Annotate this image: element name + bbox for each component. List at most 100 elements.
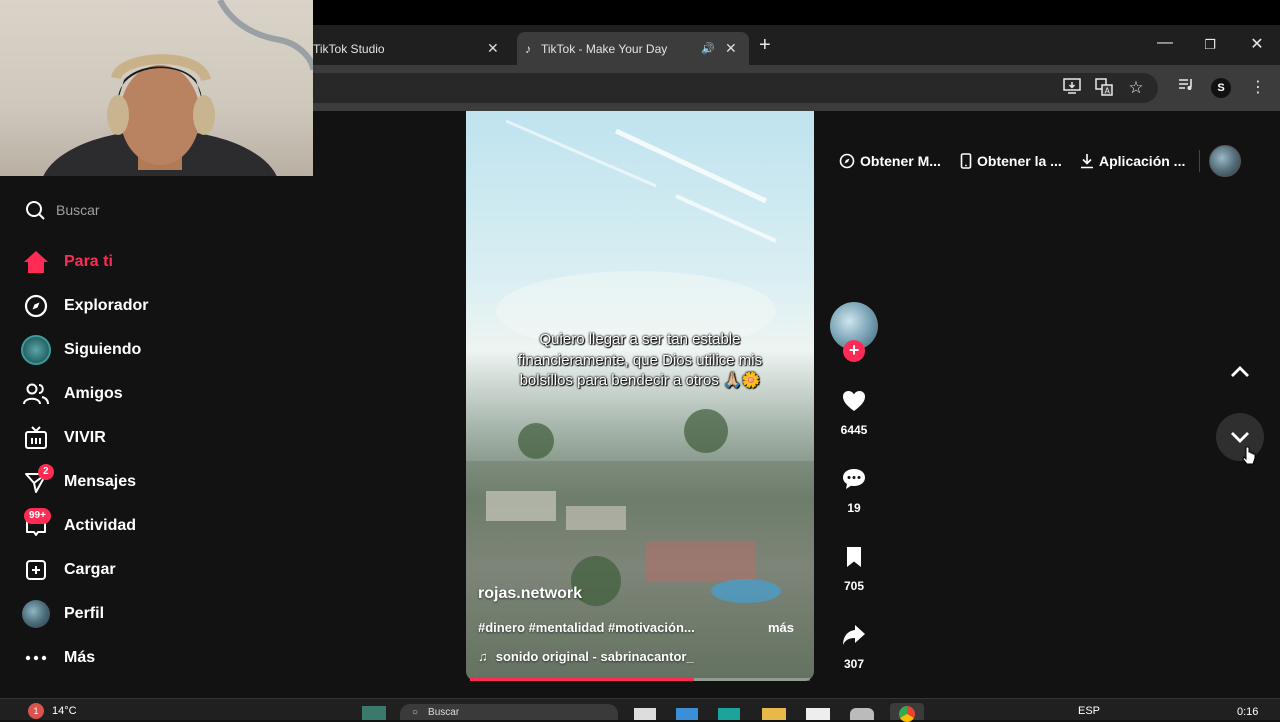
bookmark-star-icon[interactable]: ☆ <box>1125 78 1147 98</box>
edge-icon[interactable] <box>718 708 740 720</box>
get-app-link[interactable]: Obtener la ... <box>960 150 1062 172</box>
search-placeholder: Buscar <box>56 202 100 218</box>
sidebar-item-mensajes[interactable]: 2 Mensajes <box>20 464 137 499</box>
friends-icon <box>20 378 52 410</box>
webcam-overlay <box>0 0 313 176</box>
sidebar-item-label: Mensajes <box>64 473 137 490</box>
profile-avatar-icon <box>20 598 52 630</box>
start-button-icon[interactable] <box>362 706 386 720</box>
svg-text:A: A <box>1105 87 1111 96</box>
media-queue-icon[interactable] <box>1175 78 1197 98</box>
video-hashtags[interactable]: #dinero #mentalidad #motivación... <box>478 620 695 635</box>
restore-icon[interactable]: ❐ <box>1200 37 1220 53</box>
video-author[interactable]: rojas.network <box>478 585 582 603</box>
search-icon <box>26 201 45 220</box>
more-description-button[interactable]: más <box>768 620 794 635</box>
sound-name: sonido original - sabrinacantor_ <box>495 649 694 664</box>
copilot-icon[interactable] <box>676 708 698 720</box>
profile-avatar-button[interactable]: S <box>1211 78 1231 98</box>
user-avatar-button[interactable] <box>1209 145 1241 177</box>
sidebar-item-amigos[interactable]: Amigos <box>20 377 123 411</box>
send-icon: 2 <box>20 464 54 498</box>
comment-button[interactable]: 19 <box>834 459 874 515</box>
share-icon <box>834 615 874 655</box>
bookmark-icon <box>834 537 874 577</box>
audio-playing-icon[interactable]: 🔊 <box>701 42 715 55</box>
upload-icon <box>20 554 52 586</box>
weather-temp[interactable]: 14°C <box>52 705 77 717</box>
chrome-taskbar-button[interactable] <box>890 703 924 722</box>
sidebar-item-label: Más <box>64 649 96 666</box>
tab-tiktok-studio[interactable]: TikTok Studio ✕ <box>313 32 513 65</box>
save-count: 705 <box>843 579 865 593</box>
file-explorer-icon[interactable] <box>762 708 786 720</box>
video-sound[interactable]: ♫ sonido original - sabrinacantor_ <box>478 649 694 664</box>
chevron-up-icon <box>1231 366 1249 377</box>
like-count: 6445 <box>840 423 868 437</box>
share-button[interactable]: 307 <box>834 615 874 671</box>
translate-icon[interactable]: A <box>1093 78 1115 98</box>
share-count: 307 <box>843 657 865 671</box>
sidebar-item-label: Amigos <box>64 385 123 402</box>
tiktok-logo-icon: ♪ <box>525 41 531 56</box>
sidebar-item-explorador[interactable]: Explorador <box>20 289 148 323</box>
sidebar-item-cargar[interactable]: Cargar <box>20 553 116 587</box>
sidebar-item-vivir[interactable]: VIVIR <box>20 421 106 455</box>
header-divider <box>1199 150 1200 172</box>
sidebar-item-siguiendo[interactable]: Siguiendo <box>20 333 141 367</box>
address-bar[interactable] <box>313 73 1158 103</box>
search-icon: ○ <box>412 706 419 718</box>
sidebar-item-mas[interactable]: Más <box>20 641 95 675</box>
browser-menu-icon[interactable]: ⋮ <box>1247 78 1269 98</box>
notification-badge: 99+ <box>24 508 51 524</box>
comment-icon <box>834 459 874 499</box>
notification-badge: 2 <box>38 464 54 480</box>
follow-plus-icon[interactable]: + <box>843 340 865 362</box>
store-icon[interactable] <box>806 708 830 720</box>
more-icon <box>20 642 52 674</box>
sidebar-item-label: Perfil <box>64 605 105 622</box>
previous-video-button[interactable] <box>1216 348 1264 396</box>
save-button[interactable]: 705 <box>834 537 874 593</box>
coin-icon <box>839 153 855 169</box>
install-app-icon[interactable] <box>1061 78 1083 98</box>
tab-title: TikTok - Make Your Day <box>541 41 668 56</box>
taskbar-search[interactable]: ○ Buscar <box>400 704 618 720</box>
close-tab-icon[interactable]: ✕ <box>487 40 499 57</box>
get-coins-link[interactable]: Obtener M... <box>839 150 941 172</box>
home-icon <box>20 246 52 278</box>
tab-tiktok-make-your-day[interactable]: ♪ TikTok - Make Your Day 🔊 ✕ <box>517 32 749 65</box>
like-button[interactable]: 6445 <box>834 381 874 437</box>
task-view-icon[interactable] <box>634 708 656 720</box>
close-window-icon[interactable]: ✕ <box>1247 34 1267 54</box>
input-language[interactable]: ESP <box>1078 705 1100 717</box>
music-note-icon: ♫ <box>478 649 488 664</box>
video-progress-fill <box>470 678 695 681</box>
tab-title: TikTok Studio <box>313 41 385 56</box>
weather-icon: 1 <box>28 703 44 719</box>
compass-icon <box>20 290 52 322</box>
download-icon <box>1081 154 1093 169</box>
sidebar-item-actividad[interactable]: 99+ Actividad <box>20 508 137 543</box>
sidebar-item-label: Para ti <box>64 253 113 270</box>
live-tv-icon <box>20 422 52 454</box>
following-avatar-icon <box>20 334 52 366</box>
sidebar-item-label: Cargar <box>64 561 116 578</box>
sidebar-item-label: Actividad <box>64 517 137 534</box>
next-video-button[interactable] <box>1216 413 1264 461</box>
search-bar[interactable]: Buscar <box>24 196 100 224</box>
phone-icon <box>960 153 972 169</box>
new-tab-icon[interactable]: + <box>759 34 771 57</box>
app-icon[interactable] <box>850 708 874 720</box>
sidebar-item-label: Explorador <box>64 297 149 314</box>
inbox-icon: 99+ <box>20 508 52 542</box>
close-tab-icon[interactable]: ✕ <box>725 40 737 57</box>
video-caption-overlay: Quiero llegar a ser tan estable financie… <box>517 331 763 389</box>
sidebar-item-para-ti[interactable]: Para ti <box>20 245 113 279</box>
clock-time[interactable]: 0:16 <box>1237 706 1258 718</box>
download-app-link[interactable]: Aplicación ... <box>1080 150 1185 172</box>
mouse-cursor-icon <box>1242 446 1256 471</box>
sidebar-item-perfil[interactable]: Perfil <box>20 597 104 631</box>
minimize-icon[interactable]: — <box>1155 34 1175 52</box>
taskbar-search-placeholder: Buscar <box>428 706 460 718</box>
